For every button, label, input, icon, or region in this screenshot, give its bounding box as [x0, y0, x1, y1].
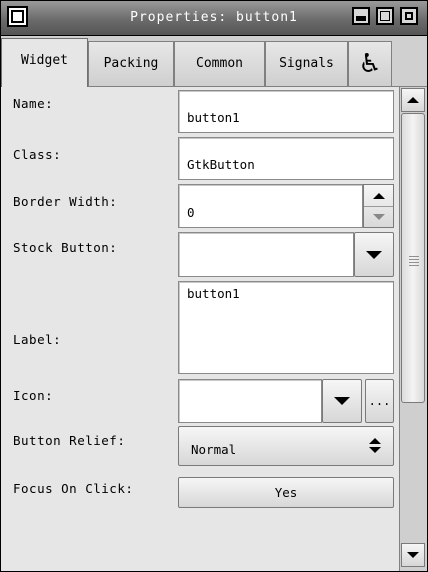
- label-value: button1: [187, 286, 240, 301]
- border-width-value: 0: [187, 205, 195, 220]
- vertical-scrollbar[interactable]: [399, 87, 427, 571]
- stock-button-label: Stock Button:: [13, 240, 118, 255]
- arrow-down-icon: [372, 213, 385, 220]
- border-width-field[interactable]: 0: [178, 184, 363, 228]
- icon-label: Icon:: [13, 388, 54, 403]
- focus-on-click-value: Yes: [274, 485, 298, 500]
- tab-accessibility[interactable]: ♿: [348, 41, 392, 86]
- border-width-label: Border Width:: [13, 194, 118, 209]
- tab-common[interactable]: Common: [174, 41, 265, 86]
- icon-dropdown[interactable]: [322, 379, 362, 423]
- border-width-spinner[interactable]: [363, 184, 394, 228]
- name-field[interactable]: button1: [178, 90, 394, 133]
- arrow-down-icon: [407, 552, 419, 558]
- focus-on-click-label: Focus On Click:: [13, 481, 134, 496]
- stock-button-field[interactable]: [178, 232, 354, 277]
- label-label: Label:: [13, 332, 62, 347]
- tab-packing[interactable]: Packing: [88, 41, 174, 86]
- tab-signals[interactable]: Signals: [265, 41, 348, 86]
- name-label: Name:: [13, 96, 54, 111]
- scroll-up-button[interactable]: [401, 88, 425, 112]
- chevron-down-icon: [334, 397, 350, 405]
- stock-button-dropdown[interactable]: [354, 232, 394, 277]
- button-relief-select[interactable]: Normal: [178, 426, 394, 466]
- browse-label: ...: [368, 394, 391, 408]
- arrow-up-icon: [407, 97, 419, 103]
- tab-packing-label: Packing: [103, 56, 159, 71]
- icon-field[interactable]: [178, 379, 322, 423]
- properties-window: Properties: button1 Widget Packing Commo…: [0, 0, 428, 572]
- maximize-icon[interactable]: [376, 7, 394, 25]
- class-label: Class:: [13, 147, 62, 162]
- class-value: GtkButton: [187, 157, 255, 172]
- tab-signals-label: Signals: [279, 56, 334, 71]
- focus-on-click-toggle[interactable]: Yes: [178, 477, 394, 508]
- arrow-up-icon: [372, 192, 385, 199]
- spin-down-button[interactable]: [364, 206, 393, 227]
- minimize-icon[interactable]: [352, 7, 370, 25]
- tab-common-label: Common: [196, 56, 243, 71]
- label-textarea[interactable]: button1: [178, 281, 394, 374]
- up-down-arrows-icon: [369, 438, 381, 453]
- class-field[interactable]: GtkButton: [178, 137, 394, 180]
- tab-widget-label: Widget: [21, 53, 68, 68]
- name-value: button1: [187, 110, 240, 125]
- button-relief-value: Normal: [191, 441, 237, 457]
- title-bar[interactable]: Properties: button1: [1, 1, 427, 36]
- accessibility-icon: ♿: [358, 49, 382, 79]
- button-relief-label: Button Relief:: [13, 433, 126, 448]
- scroll-down-button[interactable]: [401, 543, 425, 567]
- spin-up-button[interactable]: [364, 185, 393, 207]
- tab-bar: Widget Packing Common Signals ♿: [1, 36, 427, 87]
- chevron-down-icon: [366, 250, 382, 259]
- scrollbar-thumb[interactable]: [401, 113, 425, 403]
- icon-browse-button[interactable]: ...: [365, 379, 394, 423]
- close-icon[interactable]: [400, 7, 418, 25]
- tab-widget[interactable]: Widget: [1, 38, 88, 87]
